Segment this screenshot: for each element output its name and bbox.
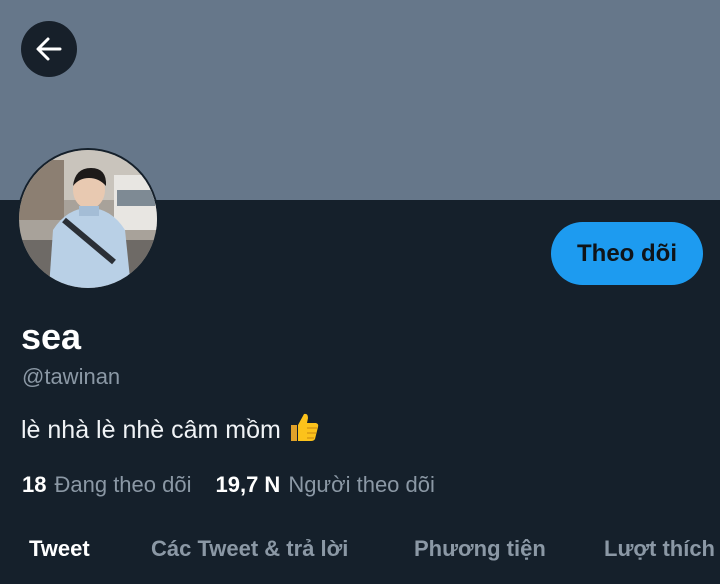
bio-text: lè nhà lè nhè câm mồm	[21, 416, 281, 444]
profile-stats: 18 Đang theo dõi 19,7 N Người theo dõi	[22, 472, 435, 498]
thumbs-up-icon	[287, 410, 321, 451]
arrow-left-icon	[36, 37, 62, 61]
avatar-photo	[19, 150, 157, 288]
tab-tweets-replies[interactable]: Các Tweet & trả lời	[151, 536, 348, 562]
tab-likes[interactable]: Lượt thích	[604, 536, 715, 562]
tab-tweets[interactable]: Tweet	[29, 536, 90, 562]
followers-count[interactable]: 19,7 N	[215, 472, 280, 498]
follow-button[interactable]: Theo dõi	[551, 222, 703, 285]
profile-handle: @tawinan	[22, 364, 121, 389]
profile-name: sea	[21, 316, 82, 357]
back-button[interactable]	[21, 21, 77, 77]
avatar-frame	[17, 148, 159, 290]
following-count[interactable]: 18	[22, 472, 46, 498]
tab-media[interactable]: Phương tiện	[414, 536, 546, 562]
followers-label[interactable]: Người theo dõi	[288, 472, 435, 498]
following-label[interactable]: Đang theo dõi	[54, 472, 191, 498]
profile-tabs: Tweet Các Tweet & trả lời Phương tiện Lư…	[0, 530, 720, 570]
avatar[interactable]	[19, 150, 157, 288]
profile-bio: lè nhà lè nhè câm mồm	[21, 410, 321, 451]
